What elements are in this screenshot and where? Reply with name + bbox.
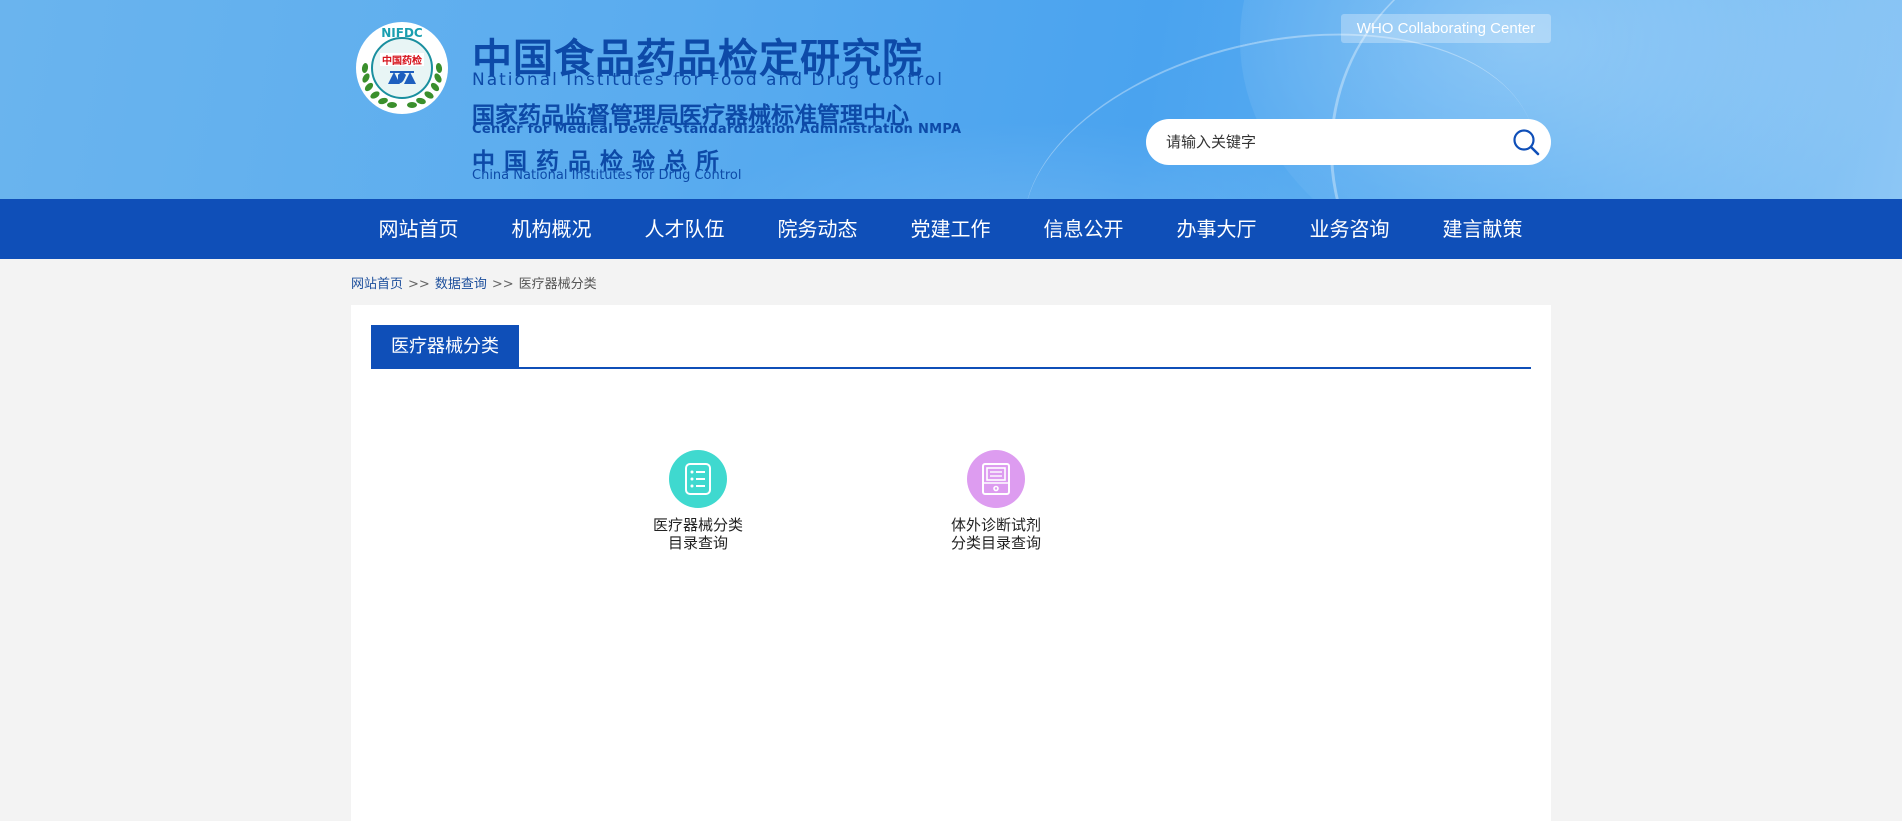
category-label-line1: 医疗器械分类 [652, 516, 743, 534]
category-ivd-classification[interactable]: 体外诊断试剂 分类目录查询 [931, 450, 1061, 552]
nifdc-logo[interactable]: 中国药检 NIFDC [354, 20, 450, 116]
category-label-line1: 体外诊断试剂 [950, 516, 1041, 534]
nav-item-consulting[interactable]: 业务咨询 [1283, 199, 1416, 259]
breadcrumb-home-link[interactable]: 网站首页 [351, 277, 403, 292]
breadcrumb-separator: >> [408, 277, 430, 292]
category-device-classification[interactable]: 医疗器械分类 目录查询 [633, 450, 763, 552]
subtitle2-en: China National Institutes for Drug Contr… [472, 168, 742, 183]
breadcrumb-data-query-link[interactable]: 数据查询 [435, 277, 487, 292]
site-header: 中国药检 NIFDC 中国食品药品检定研究院 National Institut… [0, 0, 1902, 199]
nav-item-party[interactable]: 党建工作 [884, 199, 1017, 259]
who-collaborating-center-link[interactable]: WHO Collaborating Center [1341, 14, 1551, 43]
main-nav: 网站首页 机构概况 人才队伍 院务动态 党建工作 信息公开 办事大厅 业务咨询 … [0, 199, 1902, 259]
nav-item-talent[interactable]: 人才队伍 [618, 199, 751, 259]
device-icon [967, 450, 1025, 508]
subtitle1-en: Center for Medical Device Standardizatio… [472, 122, 962, 137]
list-icon [669, 450, 727, 508]
nav-item-disclosure[interactable]: 信息公开 [1017, 199, 1150, 259]
nav-item-home[interactable]: 网站首页 [352, 199, 485, 259]
search-icon[interactable] [1509, 125, 1543, 159]
svg-text:中国药检: 中国药检 [382, 54, 422, 67]
category-label: 体外诊断试剂 分类目录查询 [931, 516, 1061, 552]
breadcrumb-separator: >> [491, 277, 514, 292]
nav-item-suggestions[interactable]: 建言献策 [1416, 199, 1549, 259]
breadcrumb-current: 医疗器械分类 [518, 277, 597, 292]
content-panel: 医疗器械分类 医疗器械分类 目录查询 体外诊断试剂 分类目录查询 [351, 305, 1551, 821]
search-input[interactable] [1166, 119, 1496, 165]
nav-item-news[interactable]: 院务动态 [751, 199, 884, 259]
panel-title-tab[interactable]: 医疗器械分类 [371, 325, 519, 367]
site-title-en: National Institutes for Food and Drug Co… [472, 70, 944, 90]
category-label: 医疗器械分类 目录查询 [633, 516, 763, 552]
svg-text:NIFDC: NIFDC [381, 26, 423, 40]
panel-header: 医疗器械分类 [371, 325, 1531, 369]
category-label-line2: 目录查询 [667, 534, 728, 552]
search-box [1146, 119, 1551, 165]
nav-item-service-hall[interactable]: 办事大厅 [1150, 199, 1283, 259]
category-label-line2: 分类目录查询 [950, 534, 1041, 552]
nav-item-about[interactable]: 机构概况 [485, 199, 618, 259]
breadcrumb: 网站首页 >> 数据查询 >> 医疗器械分类 [351, 273, 597, 292]
